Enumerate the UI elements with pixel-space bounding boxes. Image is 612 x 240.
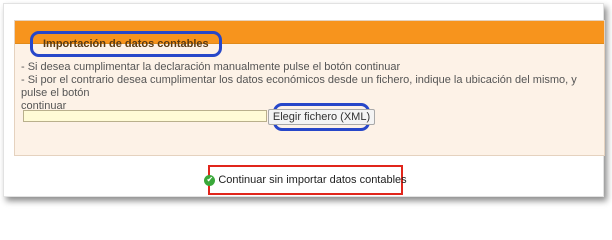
continue-highlight: ✔ Continuar sin importar datos contables <box>204 165 407 195</box>
choose-file-button[interactable]: Elegir fichero (XML) <box>267 109 376 125</box>
file-path-input[interactable] <box>23 110 267 122</box>
check-circle-icon: ✔ <box>204 174 216 186</box>
import-panel: Importación de datos contables - Si dese… <box>14 20 605 156</box>
instruction-manual: - Si desea cumplimentar la declaración m… <box>21 61 401 73</box>
instruction-file: - Si por el contrario desea cumplimentar… <box>21 74 577 99</box>
file-button-highlight: Elegir fichero (XML) <box>267 103 376 131</box>
window-frame: Importación de datos contables - Si dese… <box>3 3 605 197</box>
panel-title: Importación de datos contables <box>43 38 209 50</box>
title-highlight: Importación de datos contables <box>30 31 222 57</box>
continue-without-import-button[interactable]: ✔ Continuar sin importar datos contables <box>204 174 407 186</box>
continue-button-label: Continuar sin importar datos contables <box>218 174 407 186</box>
